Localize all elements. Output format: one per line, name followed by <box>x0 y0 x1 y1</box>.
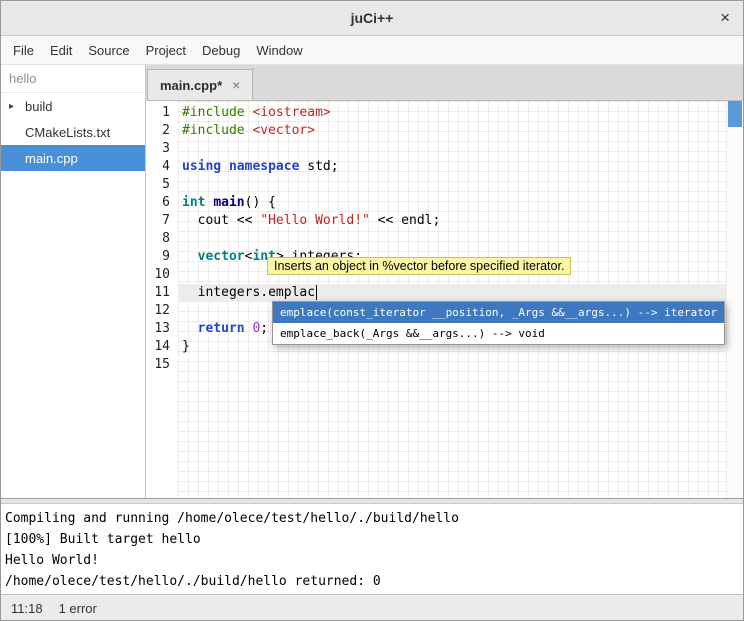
code-token: #include <box>182 123 245 138</box>
main-split: hello ▸build CMakeLists.txt main.cpp main.… <box>1 65 743 498</box>
code-token: main <box>213 195 244 210</box>
menu-edit[interactable]: Edit <box>42 36 80 65</box>
code-line <box>178 140 726 158</box>
code-token: int <box>182 195 205 210</box>
line-number: 10 <box>146 266 178 284</box>
menu-file[interactable]: File <box>5 36 42 65</box>
completion-popup: emplace(const_iterator __position, _Args… <box>272 301 725 345</box>
window-title: juCi++ <box>351 10 394 26</box>
editor-scrollbar[interactable] <box>726 101 743 498</box>
tree-item-label: main.cpp <box>25 151 78 166</box>
code-line: cout << "Hello World!" << endl; <box>178 212 726 230</box>
tab-main-cpp-[interactable]: main.cpp* × <box>147 69 253 100</box>
code-token <box>221 159 229 174</box>
completion-item[interactable]: emplace(const_iterator __position, _Args… <box>273 302 724 323</box>
code-line <box>178 176 726 194</box>
line-number: 12 <box>146 302 178 320</box>
tree-item-main-cpp[interactable]: main.cpp <box>1 145 145 171</box>
code-token: "Hello World!" <box>260 213 370 228</box>
code-token: << endl; <box>370 213 440 228</box>
line-number: 14 <box>146 338 178 356</box>
tab-label: main.cpp* <box>160 78 222 93</box>
line-number: 6 <box>146 194 178 212</box>
tree-item-label: CMakeLists.txt <box>25 125 110 140</box>
code-token <box>182 249 198 264</box>
code-token: ; <box>260 321 268 336</box>
line-number: 5 <box>146 176 178 194</box>
titlebar[interactable]: juCi++ × <box>1 1 743 36</box>
text-cursor <box>316 285 317 300</box>
line-number: 15 <box>146 356 178 374</box>
code-line <box>178 230 726 248</box>
code-token: std; <box>299 159 338 174</box>
code-line <box>178 356 726 374</box>
code-line: #include <vector> <box>178 122 726 140</box>
line-number: 13 <box>146 320 178 338</box>
scrollbar-thumb[interactable] <box>728 101 742 127</box>
code-token: return <box>198 321 245 336</box>
code-token: integers.emplac <box>182 285 315 300</box>
code-token: vector <box>198 249 245 264</box>
menubar: FileEditSourceProjectDebugWindow <box>1 36 743 65</box>
completion-item[interactable]: emplace_back(_Args &&__args...) --> void <box>273 323 724 344</box>
line-number: 9 <box>146 248 178 266</box>
code-token: () { <box>245 195 276 210</box>
code-line: integers.emplac <box>178 284 726 302</box>
code-line: int main() { <box>178 194 726 212</box>
output-line: Hello World! <box>5 550 743 571</box>
code-area[interactable]: #include <iostream>#include <vector>usin… <box>178 101 726 498</box>
code-token: <iostream> <box>252 105 330 120</box>
output-line: /home/olece/test/hello/./build/hello ret… <box>5 571 743 592</box>
line-number: 11 <box>146 284 178 302</box>
line-number: 8 <box>146 230 178 248</box>
line-number: 2 <box>146 122 178 140</box>
code-token: #include <box>182 105 245 120</box>
code-token: cout << <box>182 213 260 228</box>
output-line: [100%] Built target hello <box>5 529 743 550</box>
menu-project[interactable]: Project <box>138 36 194 65</box>
file-tree: ▸build CMakeLists.txt main.cpp <box>1 93 145 171</box>
expander-icon[interactable]: ▸ <box>1 101 25 112</box>
tree-item-label: build <box>25 99 52 114</box>
editor-pane: main.cpp*× 123456789101112131415 #includ… <box>146 65 743 498</box>
code-token: using <box>182 159 221 174</box>
code-editor[interactable]: 123456789101112131415 #include <iostream… <box>146 101 743 498</box>
doc-tooltip: Inserts an object in %vector before spec… <box>267 257 571 275</box>
tree-item-build[interactable]: ▸build <box>1 93 145 119</box>
output-panel[interactable]: Compiling and running /home/olece/test/h… <box>1 504 743 594</box>
project-name: hello <box>1 65 145 93</box>
menu-window[interactable]: Window <box>248 36 310 65</box>
tab-bar: main.cpp* × <box>146 65 743 101</box>
code-token: namespace <box>229 159 299 174</box>
error-count[interactable]: 1 error <box>59 601 97 616</box>
line-number: 4 <box>146 158 178 176</box>
output-line: Compiling and running /home/olece/test/h… <box>5 508 743 529</box>
menu-debug[interactable]: Debug <box>194 36 248 65</box>
file-tree-panel: hello ▸build CMakeLists.txt main.cpp <box>1 65 146 498</box>
line-number: 7 <box>146 212 178 230</box>
code-token: } <box>182 339 190 354</box>
status-bar: 11:18 1 error <box>1 594 743 621</box>
line-number-gutter: 123456789101112131415 <box>146 101 178 498</box>
app-window: juCi++ × FileEditSourceProjectDebugWindo… <box>0 0 744 621</box>
line-number: 3 <box>146 140 178 158</box>
code-line: #include <iostream> <box>178 104 726 122</box>
close-icon[interactable]: × <box>720 8 730 28</box>
tab-close-icon[interactable]: × <box>232 77 240 93</box>
code-token: <vector> <box>252 123 315 138</box>
cursor-position: 11:18 <box>11 601 43 616</box>
menu-source[interactable]: Source <box>80 36 137 65</box>
code-line: using namespace std; <box>178 158 726 176</box>
line-number: 1 <box>146 104 178 122</box>
tree-item-cmakelists-txt[interactable]: CMakeLists.txt <box>1 119 145 145</box>
code-token <box>182 321 198 336</box>
